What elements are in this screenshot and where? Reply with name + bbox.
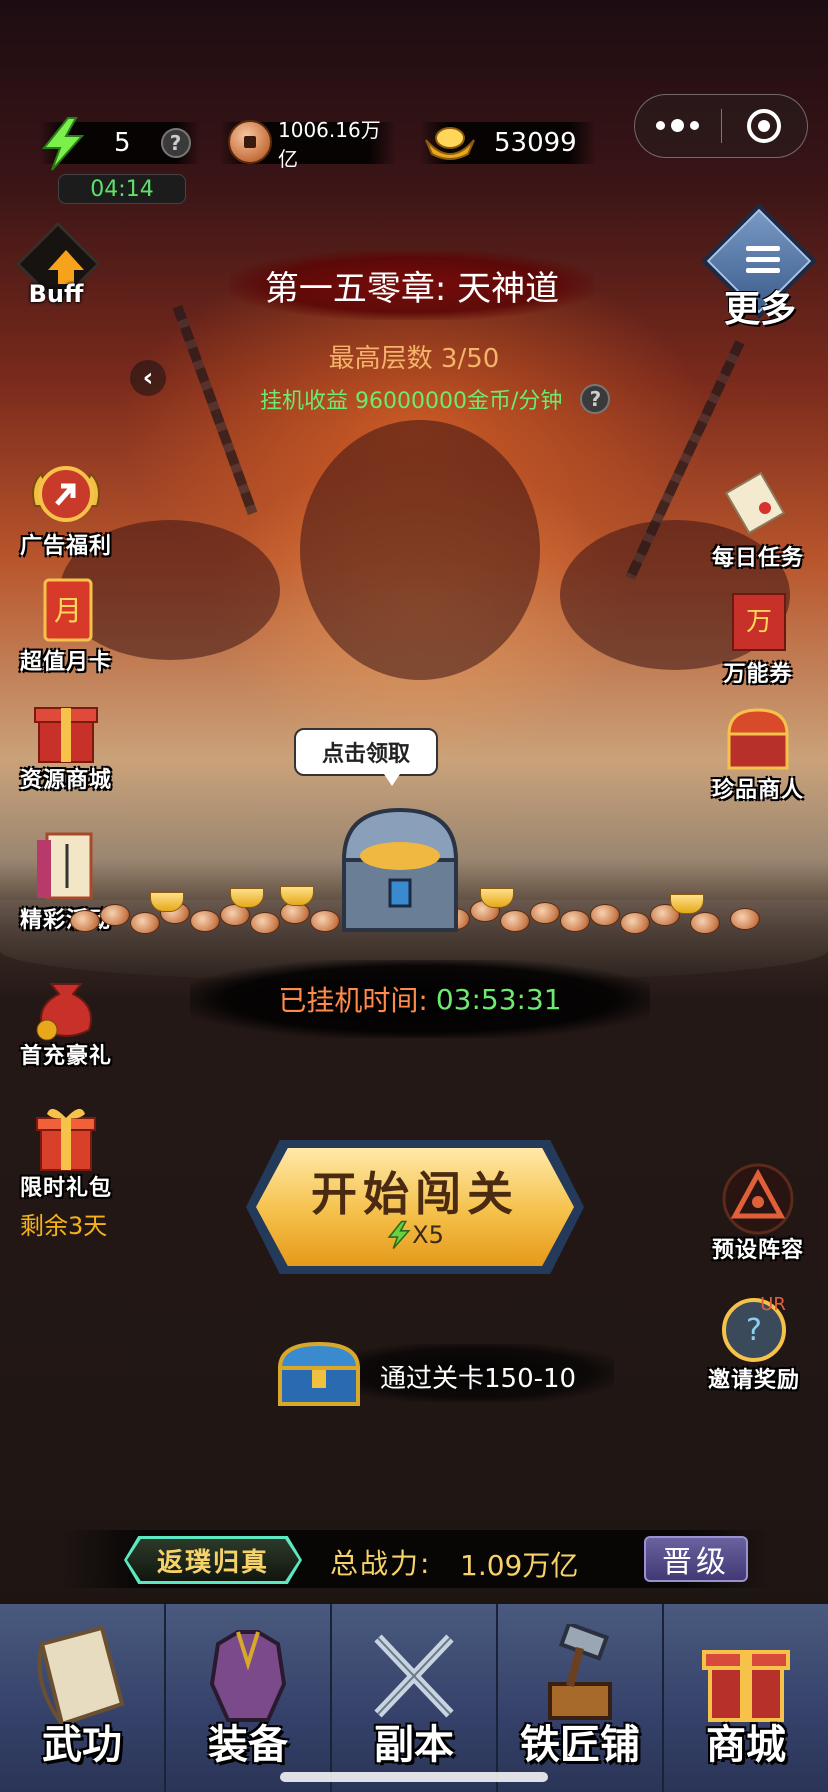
left-item-limited-pack[interactable]: 限时礼包 [6,1098,126,1202]
nav-tab-dungeon[interactable]: 副本 [332,1604,498,1792]
claim-bubble[interactable]: 点击领取 [294,728,438,786]
nav-tab-label: 武功 [42,1722,122,1768]
lightning-icon [387,1220,411,1250]
right-item-rare-merchant[interactable]: 珍品商人 [698,700,818,804]
bottom-nav: 武功 装备 副本 铁匠铺 商城 [0,1604,828,1792]
left-item-monthly-card[interactable]: 月 超值月卡 [6,572,126,676]
left-item-label: 限时礼包 [19,1176,112,1201]
realm-rank-badge[interactable]: 返璞归真 [124,1536,302,1584]
nav-tab-shop[interactable]: 商城 [664,1604,828,1792]
nav-tab-blacksmith[interactable]: 铁匠铺 [498,1604,664,1792]
money-bag-icon [36,983,92,1041]
buff-arrow-up-icon [48,250,84,270]
mystery-avatar-icon: ? UR [722,1294,786,1362]
right-item-label: 万能券 [723,662,793,687]
back-chevron-icon[interactable]: ‹ [130,360,166,396]
pass-stage-reward[interactable]: 通过关卡150-10 [274,1336,614,1410]
right-item-label: 每日任务 [711,546,804,571]
close-miniprogram-icon[interactable] [722,109,808,143]
nav-tab-label: 装备 [208,1722,288,1768]
monthly-card-icon: 月 [43,578,93,642]
gift-pack-icon [36,1108,96,1171]
pass-reward-text: 通过关卡150-10 [380,1364,577,1394]
chapter-title: 第一五零章: 天神道 [230,250,594,320]
svg-text:?: ? [746,1313,762,1348]
income-help-icon[interactable]: ? [580,384,611,414]
max-floor-text: 最高层数 3/50 [328,344,500,374]
right-item-label: 珍品商人 [711,778,804,803]
home-indicator [280,1772,548,1782]
total-power-label: 总战力: [330,1547,432,1580]
left-item-first-recharge[interactable]: 首充豪礼 [6,966,126,1070]
list-icon [746,246,780,279]
idle-time-label: 已挂机时间: [278,984,428,1017]
left-item-ad-bonus[interactable]: 广告福利 [6,456,126,560]
start-challenge-button[interactable]: 开始闯关 X5 [246,1140,584,1274]
idle-time-value: 03:53:31 [435,982,562,1016]
gold-value: 53099 [494,128,577,158]
coupon-book-icon: 万 [732,593,786,651]
idle-reward-chest[interactable] [330,800,470,940]
realm-rank-label: 返璞归真 [127,1539,299,1581]
gold-ingot-icon [425,127,475,160]
right-item-label: 邀请奖励 [707,1368,800,1393]
ad-bonus-icon [32,466,100,522]
idle-income-text: 挂机收益 96000000金币/分钟 [260,389,563,414]
right-item-label: 预设阵容 [711,1238,804,1263]
nav-tab-martial-arts[interactable]: 武功 [0,1604,166,1792]
left-item-label: 首充豪礼 [19,1044,112,1069]
svg-text:UR: UR [760,1294,786,1315]
svg-text:万: 万 [746,607,772,637]
energy-help-icon[interactable]: ? [160,128,191,158]
more-options-icon[interactable] [635,118,721,132]
left-item-label: 资源商城 [19,768,112,793]
skeleton-throne-silhouette [300,420,540,680]
nav-tab-label: 铁匠铺 [520,1722,640,1768]
start-cost-value: X5 [412,1221,444,1249]
energy-timer: 04:14 [58,174,186,204]
total-power-value: 1.09万亿 [460,1549,579,1582]
lightning-icon [41,117,85,171]
start-button-cost: X5 [246,1220,584,1250]
gift-box-icon [34,707,98,763]
right-item-daily-tasks[interactable]: 每日任务 [698,468,818,572]
left-item-label: 超值月卡 [19,650,112,675]
nav-tab-label: 副本 [374,1722,454,1768]
miniprogram-capsule [634,94,808,158]
idle-income: 挂机收益 96000000金币/分钟 ? [260,383,611,415]
more-label: 更多 [724,289,797,330]
more-menu-button[interactable]: 更多 [701,203,817,332]
energy-value: 5 [114,128,131,158]
formation-icon [722,1163,794,1235]
copper-coin-icon [228,120,272,164]
right-item-preset-formation[interactable]: 预设阵容 [698,1160,818,1264]
start-button-label: 开始闯关 [311,1167,519,1221]
buff-label: Buff [28,280,84,308]
svg-text:月: 月 [54,594,82,627]
upgrade-button[interactable]: 晋级 [644,1536,748,1582]
left-item-label: 广告福利 [19,534,112,559]
idle-time-banner: 已挂机时间: 03:53:31 [190,960,650,1038]
buff-button[interactable]: Buff [12,221,101,316]
nav-tab-equipment[interactable]: 装备 [166,1604,332,1792]
blue-chest-icon [277,1341,361,1406]
book-icon [37,832,93,900]
scroll-icon [724,471,786,535]
treasure-chest-icon [727,708,789,770]
copper-value: 1006.16万亿 [278,118,381,171]
limited-pack-remaining: 剩余3天 [20,1212,108,1240]
right-item-invite-reward[interactable]: ? UR 邀请奖励 [694,1290,814,1394]
left-item-resource-shop[interactable]: 资源商城 [6,690,126,794]
right-item-universal-coupon[interactable]: 万 万能券 [698,584,818,688]
nav-tab-label: 商城 [706,1722,786,1768]
